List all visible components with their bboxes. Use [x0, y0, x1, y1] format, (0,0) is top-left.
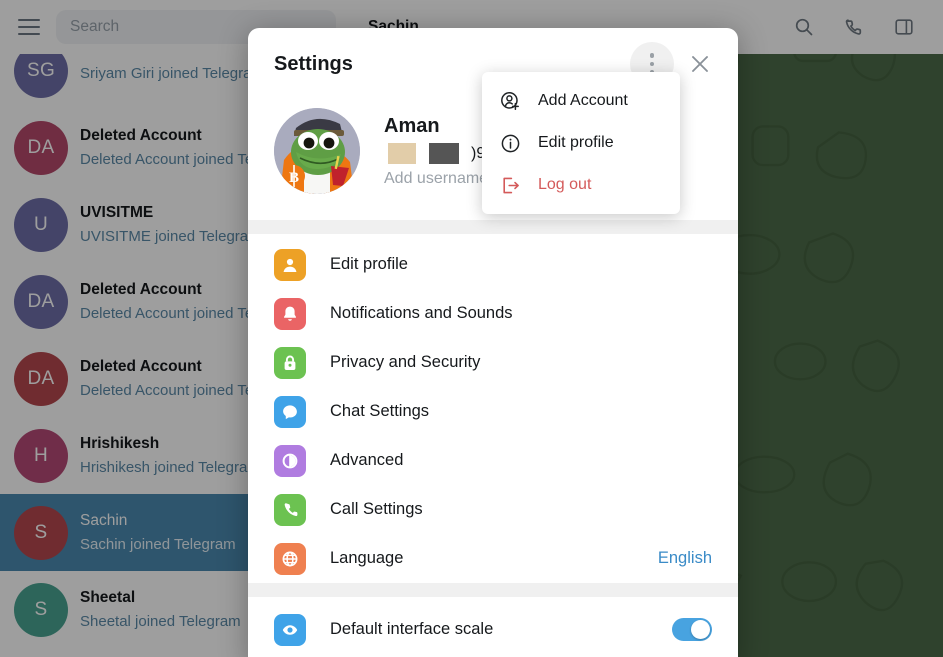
settings-section-interface: Default interface scale	[248, 597, 738, 654]
chat-bubble-icon	[274, 395, 306, 428]
settings-row-label: Advanced	[330, 451, 404, 469]
avatar: DA	[14, 274, 68, 329]
globe-icon	[274, 542, 306, 575]
telegram-window: Search SG Sriyam Giri joined Telegram DA De…	[0, 0, 943, 657]
logout-arrow-icon	[498, 173, 522, 197]
settings-row-label: Default interface scale	[330, 620, 494, 638]
settings-row-language[interactable]: Language English	[248, 534, 738, 583]
settings-row-label: Language	[330, 549, 404, 567]
hamburger-menu-icon[interactable]	[14, 12, 44, 42]
search-icon[interactable]	[787, 10, 821, 44]
close-icon[interactable]	[680, 44, 720, 84]
settings-row-label: Privacy and Security	[330, 353, 481, 371]
avatar: DA	[14, 351, 68, 406]
settings-row-advanced[interactable]: Advanced	[248, 436, 738, 485]
menu-item-add-account[interactable]: Add Account	[482, 80, 680, 122]
menu-item-label: Edit profile	[538, 134, 614, 151]
menu-item-label: Log out	[538, 176, 592, 193]
lock-icon	[274, 346, 306, 379]
settings-row-privacy-and-security[interactable]: Privacy and Security	[248, 338, 738, 387]
section-divider	[248, 583, 738, 597]
avatar: DA	[14, 120, 68, 175]
account-dropdown-menu: Add Account Edit profile Log out	[482, 72, 680, 214]
redaction-block-2	[429, 143, 459, 164]
avatar: H	[14, 428, 68, 483]
menu-item-label: Add Account	[538, 92, 628, 109]
settings-row-label: Notifications and Sounds	[330, 304, 513, 322]
phone-icon[interactable]	[837, 10, 871, 44]
person-icon	[274, 248, 306, 281]
settings-row-call-settings[interactable]: Call Settings	[248, 485, 738, 534]
settings-row-notifications-and-sounds[interactable]: Notifications and Sounds	[248, 289, 738, 338]
avatar[interactable]: B	[274, 108, 360, 194]
settings-row-label: Chat Settings	[330, 402, 430, 420]
settings-row-edit-profile[interactable]: Edit profile	[248, 240, 738, 289]
menu-item-log-out[interactable]: Log out	[482, 164, 680, 206]
settings-row-label: Edit profile	[330, 255, 408, 273]
avatar: SG	[14, 54, 68, 98]
settings-row-chat-settings[interactable]: Chat Settings	[248, 387, 738, 436]
bell-icon	[274, 297, 306, 330]
settings-row-value[interactable]: English	[658, 549, 712, 568]
search-placeholder: Search	[70, 18, 120, 35]
settings-row-label: Call Settings	[330, 500, 423, 518]
eye-icon	[274, 613, 306, 646]
avatar: S	[14, 582, 68, 637]
settings-row-toggle[interactable]	[672, 618, 712, 641]
advanced-contrast-icon	[274, 444, 306, 477]
person-add-icon	[498, 89, 522, 113]
sidebar-toggle-icon[interactable]	[887, 10, 921, 44]
menu-item-edit-profile[interactable]: Edit profile	[482, 122, 680, 164]
avatar: S	[14, 505, 68, 560]
section-divider	[248, 220, 738, 234]
settings-row-default-interface-scale[interactable]: Default interface scale	[248, 605, 738, 654]
info-circle-icon	[498, 131, 522, 155]
redaction-block-1	[388, 143, 416, 164]
settings-section-main: Edit profile Notifications and Sounds Priv…	[248, 234, 738, 583]
phone-icon	[274, 493, 306, 526]
avatar: U	[14, 197, 68, 252]
